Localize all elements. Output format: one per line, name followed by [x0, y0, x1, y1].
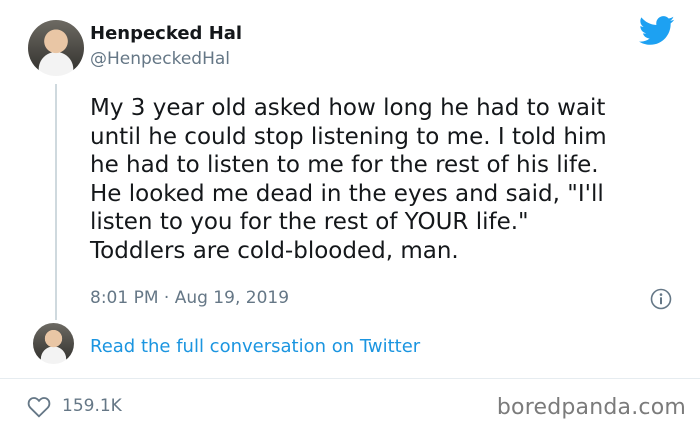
heart-icon[interactable]	[27, 396, 51, 418]
tweet-timestamp[interactable]: 8:01 PM · Aug 19, 2019	[90, 288, 289, 308]
tweet-text: My 3 year old asked how long he had to w…	[90, 95, 607, 264]
author-name[interactable]: Henpecked Hal	[90, 23, 242, 44]
divider	[0, 378, 700, 379]
twitter-bird-icon[interactable]	[639, 16, 675, 46]
read-conversation-link[interactable]: Read the full conversation on Twitter	[90, 336, 420, 357]
author-avatar[interactable]	[28, 20, 84, 76]
info-icon[interactable]	[650, 288, 672, 310]
author-handle[interactable]: @HenpeckedHal	[90, 49, 230, 69]
thread-connector-line	[55, 84, 57, 320]
boredpanda-watermark: boredpanda.com	[496, 395, 686, 420]
like-count[interactable]: 159.1K	[62, 396, 122, 416]
reply-avatar	[33, 323, 74, 364]
